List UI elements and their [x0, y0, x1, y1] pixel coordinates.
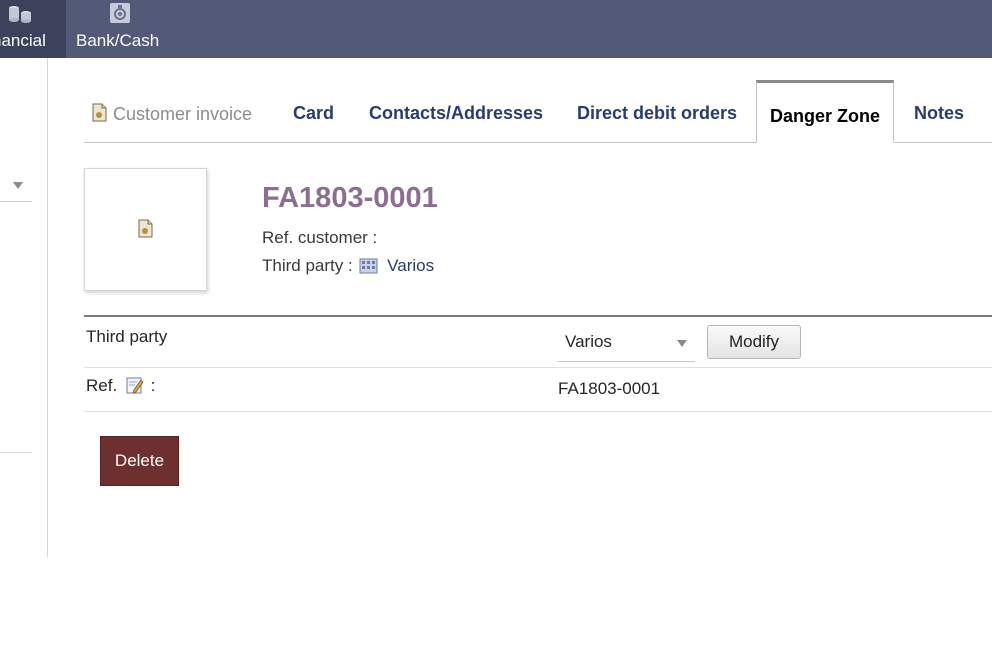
- topmenu-label-financial: nancial: [0, 31, 46, 50]
- third-party-select-value: Varios: [565, 332, 612, 351]
- tabs-bar: Customer invoice Card Contacts/Addresses…: [84, 80, 992, 143]
- tab-danger-zone[interactable]: Danger Zone: [756, 80, 895, 143]
- ref-customer-label: Ref. customer :: [262, 228, 378, 247]
- ref-label-text: Ref.: [86, 376, 118, 395]
- left-menu-dropdown[interactable]: [0, 170, 32, 202]
- tab-contacts-addresses[interactable]: Contacts/Addresses: [369, 103, 543, 124]
- third-party-field-label: Third party: [86, 327, 168, 346]
- invoice-ref-title: FA1803-0001: [262, 182, 438, 214]
- third-party-select[interactable]: Varios: [557, 324, 695, 362]
- chevron-down-icon: [13, 182, 23, 189]
- coins-icon: [9, 6, 31, 23]
- tab-card[interactable]: Card: [293, 103, 334, 124]
- table-row: Ref. : FA1803-0001: [84, 368, 992, 412]
- topmenu-item-bank-cash[interactable]: Bank/Cash: [67, 0, 171, 58]
- tab-direct-debit-orders[interactable]: Direct debit orders: [577, 103, 737, 124]
- tab-page-title: Customer invoice: [92, 103, 252, 125]
- topmenu-label-bank-cash: Bank/Cash: [76, 31, 160, 50]
- chevron-down-icon: [677, 340, 687, 347]
- delete-button[interactable]: Delete: [100, 436, 179, 486]
- third-party-line-label: Third party :: [262, 256, 353, 275]
- company-building-icon: [359, 258, 378, 274]
- left-menu-divider: [0, 452, 32, 453]
- tab-title-label: Customer invoice: [113, 104, 253, 124]
- ref-value: FA1803-0001: [558, 379, 661, 398]
- invoice-document-icon: [138, 219, 153, 238]
- ref-field-label: Ref. :: [86, 376, 155, 396]
- invoice-document-icon: [92, 103, 107, 122]
- modify-button[interactable]: Modify: [707, 325, 801, 359]
- top-menu-bar: nancial Bank/Cash: [0, 0, 992, 58]
- object-photo-box: [84, 168, 207, 291]
- edit-pencil-icon[interactable]: [126, 376, 144, 394]
- third-party-link[interactable]: Varios: [387, 256, 434, 275]
- topmenu-item-financial[interactable]: nancial: [0, 0, 66, 58]
- danger-zone-form: Third party Varios Modify Ref. : FA1803-…: [84, 315, 992, 412]
- third-party-line: Third party : Varios: [262, 256, 434, 276]
- ref-label-colon: :: [150, 376, 156, 395]
- left-menu-panel: [0, 58, 48, 557]
- tab-notes[interactable]: Notes: [914, 103, 964, 124]
- table-row: Third party Varios Modify: [84, 317, 992, 368]
- bank-icon: [110, 3, 130, 23]
